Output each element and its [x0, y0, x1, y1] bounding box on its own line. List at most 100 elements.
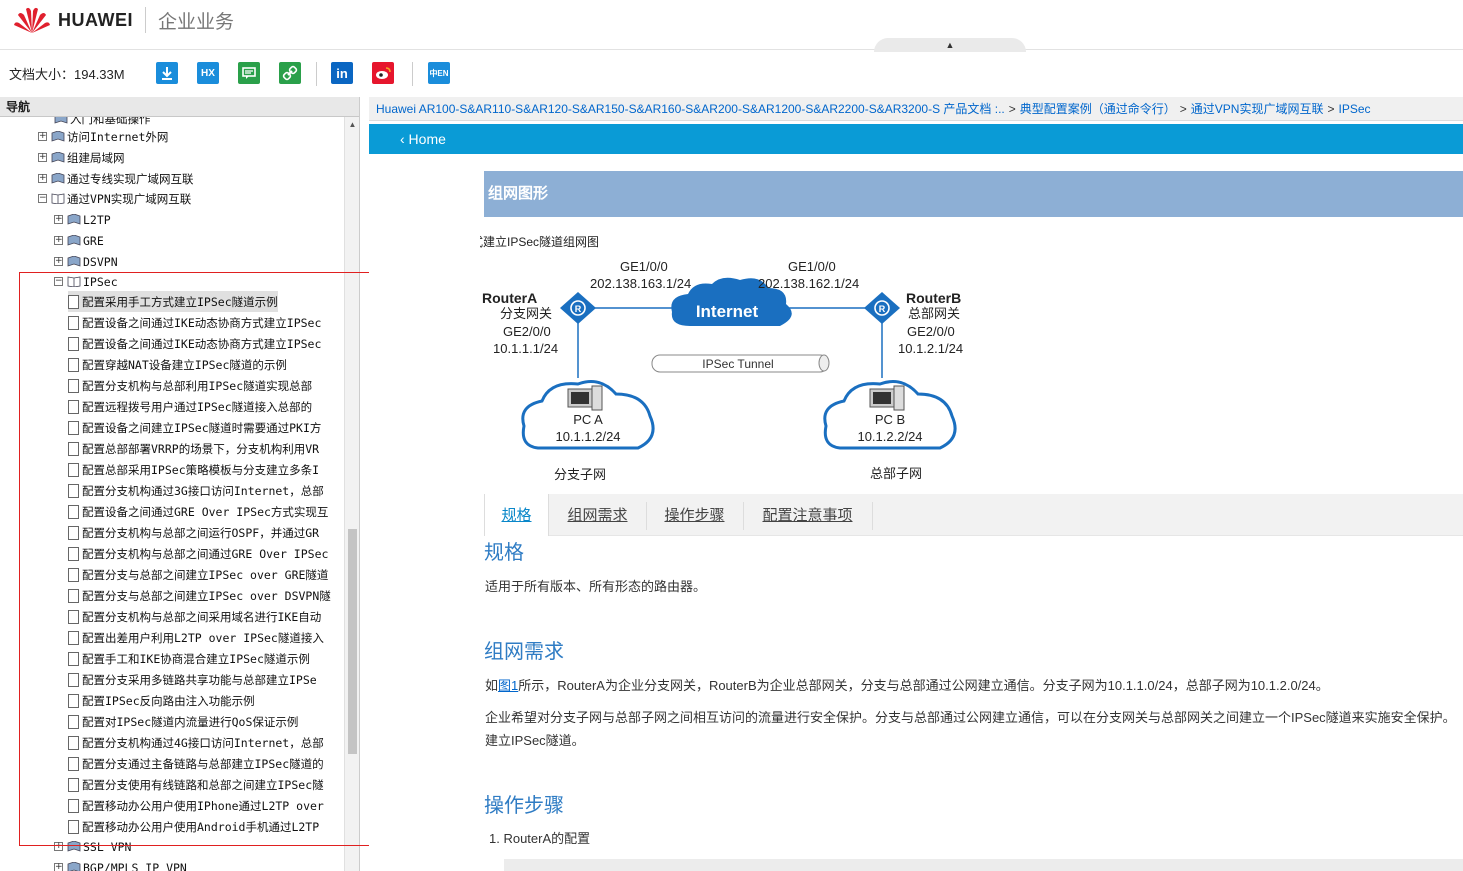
- section-header: 组网图形: [484, 171, 1463, 217]
- linkedin-icon[interactable]: in: [331, 62, 353, 84]
- collapse-header-tab[interactable]: ▲: [874, 38, 1026, 52]
- tab-spec[interactable]: 规格: [484, 494, 549, 536]
- expand-icon[interactable]: +: [54, 236, 63, 245]
- steps-title: 操作步骤: [484, 795, 564, 817]
- step-1: 1. RouterA的配置: [489, 831, 591, 846]
- spec-title: 规格: [484, 542, 524, 564]
- tree-node-l2tp[interactable]: + L2TP: [54, 209, 111, 230]
- book-icon: [54, 117, 68, 124]
- tree-label: 访问Internet外网: [67, 129, 169, 144]
- router-a-name: RouterA: [482, 290, 537, 306]
- expand-icon[interactable]: +: [38, 132, 47, 141]
- text: 所示，RouterA为企业分支网关，RouterB为企业总部网关，分支与总部通过…: [518, 678, 1329, 693]
- router-b-icon: R: [864, 292, 900, 324]
- figure-caption: 配置采用手工方式建立IPSec隧道组网图: [480, 234, 599, 249]
- tab-notes[interactable]: 配置注意事项: [744, 494, 871, 536]
- book-icon: [51, 130, 65, 142]
- figure-link[interactable]: 图1: [498, 678, 518, 693]
- home-link[interactable]: ‹ Home: [400, 131, 446, 147]
- toolbar-divider: [316, 62, 317, 86]
- router-a-lan-if: GE2/0/0: [503, 324, 551, 339]
- spec-text: 适用于所有版本、所有形态的路由器。: [485, 579, 707, 594]
- tab-steps[interactable]: 操作步骤: [647, 494, 742, 536]
- toolbar-divider: [412, 62, 413, 86]
- brand-name: HUAWEI: [58, 9, 133, 30]
- tunnel-label: IPSec Tunnel: [702, 357, 773, 371]
- computer-icon: [567, 385, 603, 411]
- tree-label: L2TP: [83, 212, 111, 227]
- link-icon[interactable]: [279, 62, 301, 84]
- router-a-icon: R: [560, 292, 596, 324]
- highlight-annotation-box: [19, 272, 417, 846]
- ipsec-tunnel: IPSec Tunnel: [651, 354, 830, 373]
- router-b-wan-ip: 202.138.162.1/24: [758, 276, 859, 291]
- tree-node-gre[interactable]: + GRE: [54, 230, 104, 251]
- tree-label: DSVPN: [83, 254, 118, 269]
- brand-subtitle: 企业业务: [158, 11, 235, 33]
- router-b-role: 总部网关: [908, 306, 960, 321]
- tree-label: 通过VPN实现广域网互联: [67, 191, 192, 206]
- breadcrumb-item[interactable]: 典型配置案例（通过命令行）: [1020, 102, 1176, 116]
- divider: [145, 7, 146, 33]
- breadcrumb-item[interactable]: Huawei AR100-S&AR110-S&AR120-S&AR150-S&A…: [376, 102, 1005, 116]
- book-icon: [67, 213, 81, 225]
- router-b-lan-ip: 10.1.2.1/24: [898, 341, 963, 356]
- pc-b-ip: 10.1.2.2/24: [857, 429, 922, 444]
- expand-icon[interactable]: +: [54, 215, 63, 224]
- hx-label: HX: [201, 67, 215, 79]
- network-diagram: 图1 配置采用手工方式建立IPSec隧道组网图 Internet IPSec T…: [365, 226, 1040, 486]
- svg-text:R: R: [575, 304, 582, 314]
- scroll-up-icon[interactable]: ▲: [345, 117, 360, 132]
- book-icon: [67, 861, 81, 871]
- breadcrumb-item[interactable]: 通过VPN实现广域网互联: [1191, 102, 1324, 116]
- computer-icon: [869, 385, 905, 411]
- tree-node-leased-line[interactable]: + 通过专线实现广域网互联: [38, 168, 194, 189]
- tree-node-mpls[interactable]: + BGP/MPLS IP VPN: [54, 857, 187, 871]
- doc-size-label: 文档大小：194.33M: [9, 67, 125, 82]
- router-b-lan-if: GE2/0/0: [907, 324, 955, 339]
- router-a-role: 分支网关: [500, 306, 552, 321]
- text: 如: [485, 678, 499, 693]
- router-a-wan-ip: 202.138.163.1/24: [590, 276, 691, 291]
- huawei-logo[interactable]: HUAWEI 企业业务: [12, 5, 234, 35]
- language-icon[interactable]: 中EN: [428, 62, 450, 84]
- tree-label: BGP/MPLS IP VPN: [83, 860, 187, 871]
- tree-node-dsvpn[interactable]: + DSVPN: [54, 251, 118, 272]
- requirements-title: 组网需求: [484, 641, 564, 663]
- content-tabs: 规格 组网需求 操作步骤 配置注意事项: [484, 494, 1463, 536]
- expand-icon[interactable]: +: [38, 174, 47, 183]
- book-icon: [51, 151, 65, 163]
- tree-node-vpn[interactable]: − 通过VPN实现广域网互联: [38, 188, 191, 209]
- pc-a-ip: 10.1.1.2/24: [555, 429, 620, 444]
- tab-requirements[interactable]: 组网需求: [550, 494, 645, 536]
- comment-icon[interactable]: [238, 62, 260, 84]
- download-icon[interactable]: [156, 62, 178, 84]
- router-b-name: RouterB: [906, 290, 961, 306]
- svg-text:图1 配置采用手工方式建立IPSec隧道组网图: 图1 配置采用手工方式建立IPSec隧道组网图: [480, 234, 599, 249]
- requirements-paragraph-2-cont: 建立IPSec隧道。: [485, 733, 585, 748]
- tree-node-internet[interactable]: + 访问Internet外网: [38, 126, 168, 147]
- book-icon: [51, 172, 65, 184]
- branch-subnet-cloud: PC A 10.1.1.2/24: [521, 380, 655, 450]
- hx-icon[interactable]: HX: [197, 62, 219, 84]
- collapse-icon[interactable]: −: [38, 194, 47, 203]
- expand-icon[interactable]: +: [54, 257, 63, 266]
- router-a-lan-ip: 10.1.1.1/24: [493, 341, 558, 356]
- language-label: 中EN: [429, 68, 449, 78]
- pc-a-name: PC A: [573, 412, 603, 427]
- book-icon: [67, 234, 81, 246]
- nav-header: 导航: [0, 97, 359, 117]
- weibo-icon[interactable]: [372, 62, 394, 84]
- tree-label: GRE: [83, 233, 104, 248]
- top-bar: HUAWEI 企业业务 ▲: [0, 0, 1463, 52]
- doc-toolbar: 文档大小：194.33M HX in 中EN: [0, 52, 1463, 96]
- branch-subnet-label: 分支子网: [554, 467, 606, 482]
- expand-icon[interactable]: +: [38, 153, 47, 162]
- router-a-wan-if: GE1/0/0: [620, 259, 668, 274]
- breadcrumb-item[interactable]: IPSec: [1339, 102, 1371, 116]
- hq-subnet-cloud: PC B 10.1.2.2/24: [823, 380, 957, 450]
- tree-node-lan[interactable]: + 组建局域网: [38, 147, 125, 168]
- tab-divider: [872, 502, 873, 530]
- expand-icon[interactable]: +: [54, 863, 63, 871]
- tree-label: 组建局域网: [67, 150, 125, 165]
